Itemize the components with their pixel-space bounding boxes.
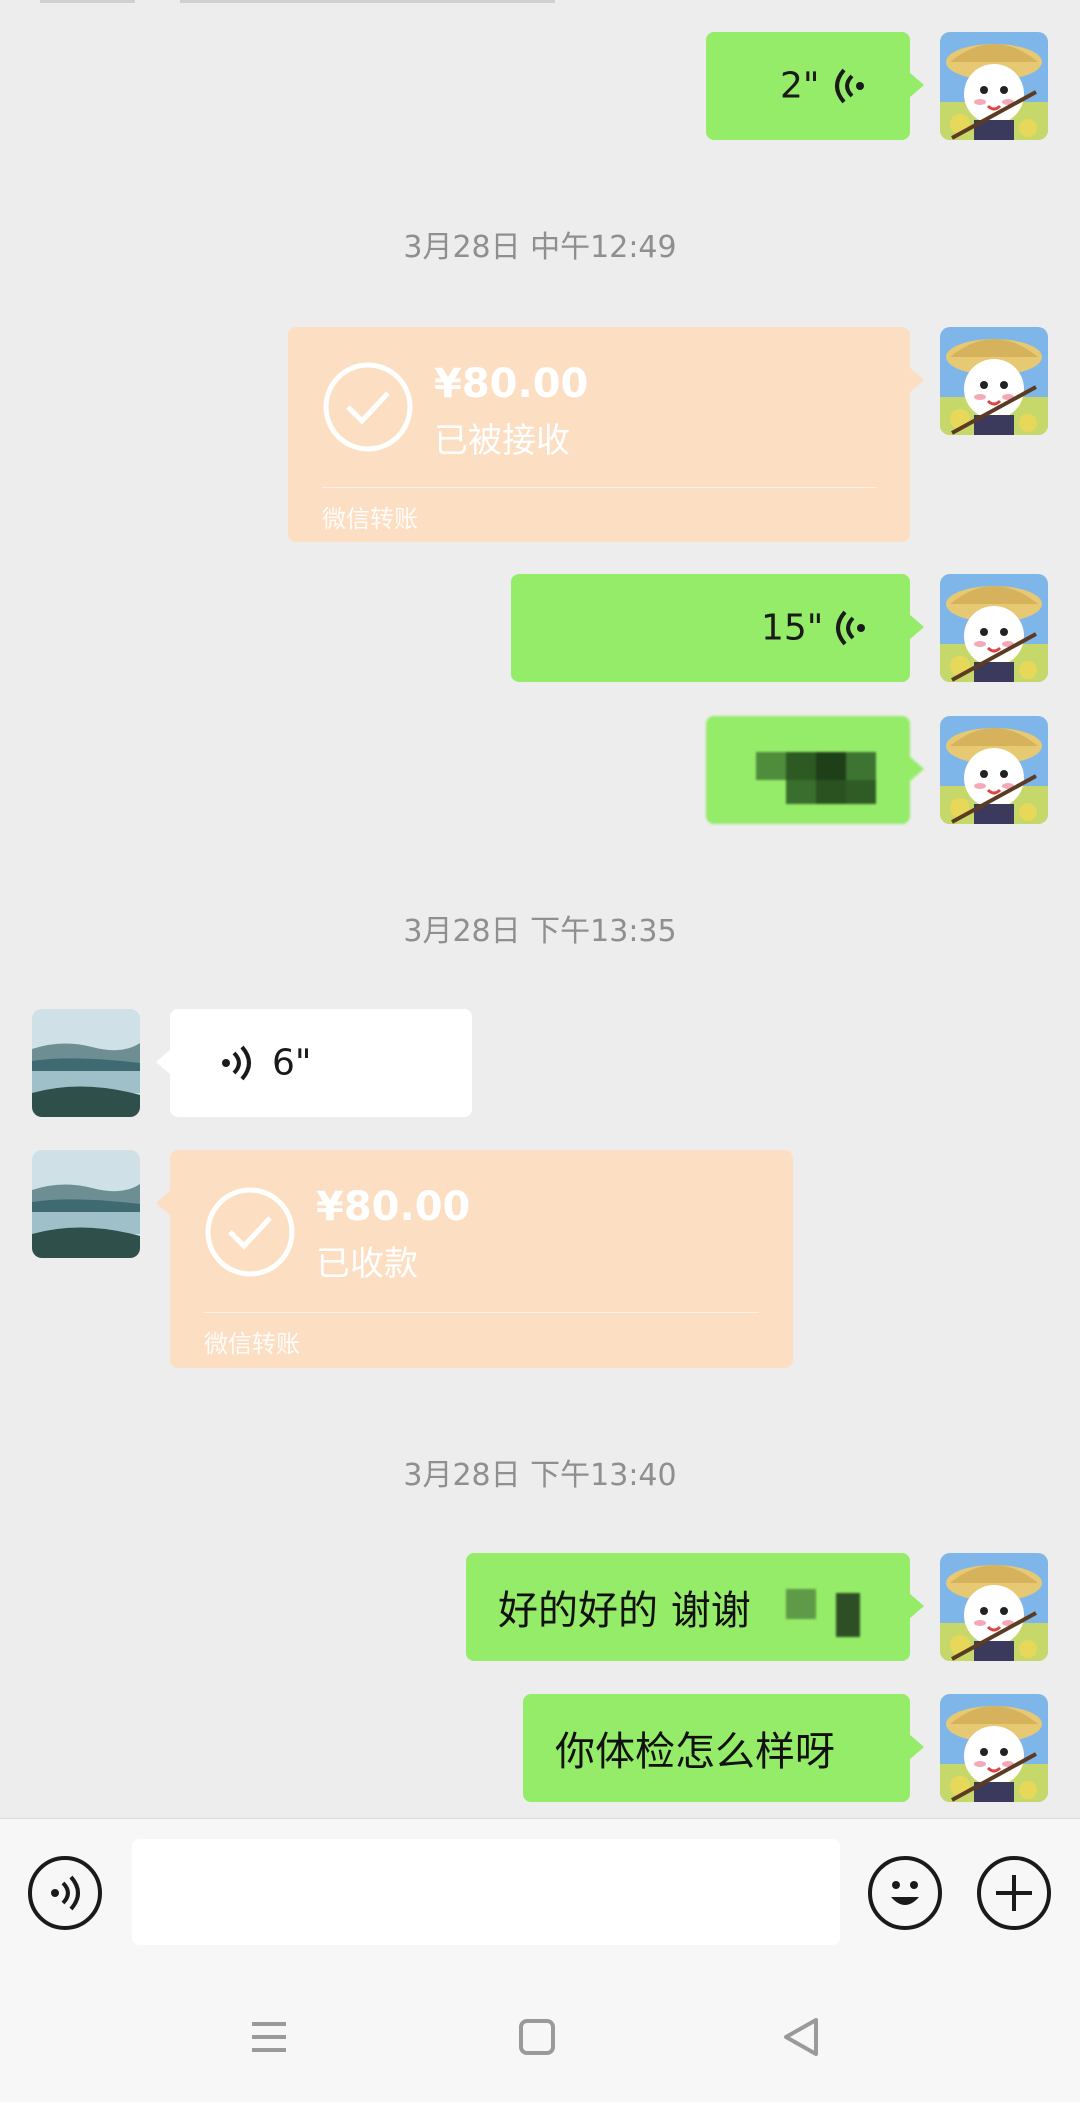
voice-message-sent[interactable]: 15"	[511, 574, 924, 682]
avatar-contact[interactable]	[32, 1009, 140, 1117]
back-icon[interactable]	[782, 2016, 820, 2058]
avatar-self[interactable]	[940, 32, 1048, 140]
avatar-self[interactable]	[940, 716, 1048, 824]
timestamp: 3月28日 下午13:40	[403, 1458, 677, 1493]
timestamp: 3月28日 中午12:49	[403, 230, 677, 265]
plus-icon	[996, 1875, 1032, 1911]
navigation-bar	[0, 1968, 1080, 2102]
transfer-divider	[322, 487, 876, 488]
transfer-status: 已被接收	[434, 421, 570, 461]
plus-button[interactable]	[977, 1856, 1051, 1930]
pixelated-block	[846, 780, 876, 804]
transfer-message-received[interactable]: ¥80.00 已收款 微信转账	[156, 1150, 793, 1368]
transfer-divider	[204, 1312, 759, 1313]
transfer-amount: ¥80.00	[434, 361, 589, 407]
pixelated-block	[836, 1593, 860, 1637]
text-message-sent[interactable]: 你体检怎么样呀	[523, 1694, 924, 1802]
message-input[interactable]	[132, 1839, 840, 1945]
voice-wave-icon	[836, 610, 865, 646]
voice-duration: 6"	[272, 1042, 312, 1084]
check-circle-icon	[205, 1187, 295, 1277]
emoji-button[interactable]	[868, 1856, 942, 1930]
pixelated-block	[786, 780, 816, 804]
voice-duration: 15"	[761, 607, 824, 649]
home-icon[interactable]	[518, 2018, 556, 2056]
text-message-sent[interactable]: 好的好的 谢谢	[466, 1553, 924, 1661]
blurred-message-sent[interactable]	[706, 716, 924, 824]
transfer-label: 微信转账	[204, 1330, 300, 1358]
pixelated-block	[846, 752, 876, 780]
top-scrap-left	[40, 0, 135, 3]
message-text: 你体检怎么样呀	[555, 1729, 835, 1775]
voice-wave-icon	[835, 68, 864, 104]
voice-message-sent[interactable]: 2"	[706, 32, 924, 140]
emoji-icon	[891, 1881, 919, 1905]
pixelated-block	[756, 752, 786, 780]
pixelated-block	[786, 752, 816, 780]
voice-input-button[interactable]	[28, 1856, 102, 1930]
transfer-status: 已收款	[316, 1244, 418, 1284]
check-circle-icon	[323, 362, 413, 452]
pixelated-block	[816, 752, 846, 780]
avatar-self[interactable]	[940, 574, 1048, 682]
pixelated-block	[786, 1589, 816, 1619]
menu-icon[interactable]	[250, 2020, 288, 2054]
top-scrap-right	[180, 0, 555, 3]
transfer-message-sent[interactable]: ¥80.00 已被接收 微信转账	[288, 327, 924, 542]
message-text: 好的好的 谢谢	[498, 1588, 751, 1634]
avatar-self[interactable]	[940, 327, 1048, 435]
voice-input-icon	[51, 1875, 80, 1911]
input-bar	[0, 1818, 1080, 1969]
voice-duration: 2"	[780, 65, 820, 107]
avatar-self[interactable]	[940, 1694, 1048, 1802]
transfer-amount: ¥80.00	[316, 1184, 471, 1230]
transfer-label: 微信转账	[322, 505, 418, 533]
timestamp: 3月28日 下午13:35	[403, 914, 677, 949]
voice-message-received[interactable]: 6"	[156, 1009, 472, 1117]
pixelated-block	[816, 780, 846, 804]
avatar-self[interactable]	[940, 1553, 1048, 1661]
voice-wave-icon	[222, 1045, 251, 1081]
avatar-contact[interactable]	[32, 1150, 140, 1258]
